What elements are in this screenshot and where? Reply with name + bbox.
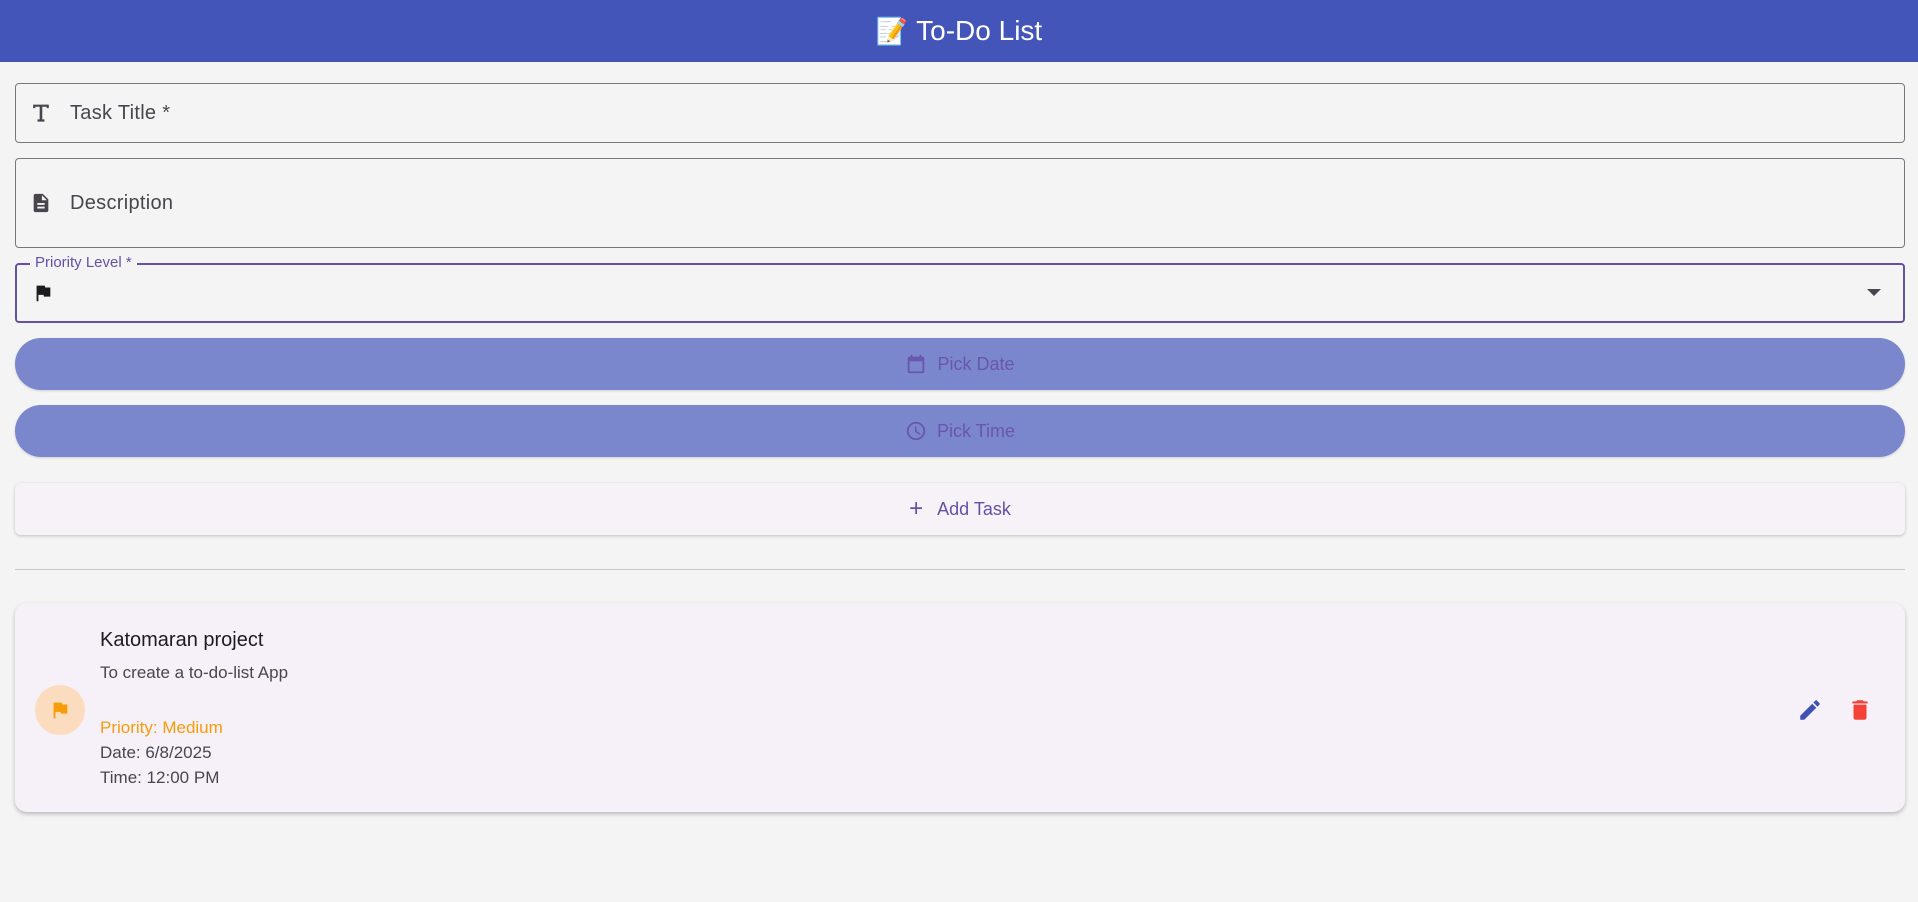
plus-icon: +: [909, 495, 924, 522]
clock-icon: [905, 420, 927, 442]
pick-time-label: Pick Time: [936, 420, 1015, 441]
priority-level-label: Priority Level *: [30, 254, 137, 271]
pick-date-label: Pick Date: [937, 353, 1015, 374]
delete-icon: [1852, 700, 1868, 720]
edit-task-button[interactable]: [1795, 695, 1825, 725]
chevron-down-icon[interactable]: [1867, 289, 1881, 296]
memo-emoji-icon: 📝: [875, 15, 909, 46]
task-title: Katomaran project: [100, 629, 264, 651]
task-time: Time: 12:00 PM: [100, 768, 220, 787]
priority-avatar: [35, 685, 85, 735]
delete-task-button[interactable]: [1845, 695, 1875, 725]
text-fields-icon: [29, 101, 53, 125]
task-title-placeholder: Task Title *: [70, 101, 171, 124]
task-description: To create a to-do-list App: [100, 663, 289, 682]
app-bar: 📝 To-Do List: [0, 0, 1918, 62]
description-field[interactable]: Description: [15, 158, 1905, 248]
task-date: Date: 6/8/2025: [100, 743, 212, 762]
pick-date-button[interactable]: Pick Date: [15, 338, 1905, 390]
description-icon: [29, 191, 53, 215]
task-card[interactable]: Katomaran project To create a to-do-list…: [15, 603, 1905, 812]
app-title: To-Do List: [916, 15, 1043, 46]
pick-time-button[interactable]: Pick Time: [15, 405, 1905, 457]
priority-level-select[interactable]: Priority Level *: [15, 254, 1905, 323]
add-task-label: Add Task: [937, 498, 1011, 519]
edit-icon: [1800, 700, 1820, 720]
flag-icon: [53, 702, 68, 719]
flag-icon: [31, 281, 55, 305]
calendar-icon: [905, 353, 927, 375]
divider: [15, 569, 1905, 570]
add-task-button[interactable]: + Add Task: [15, 483, 1905, 535]
task-title-field[interactable]: Task Title *: [15, 83, 1905, 143]
description-placeholder: Description: [70, 191, 174, 214]
task-priority: Priority: Medium: [100, 718, 223, 737]
